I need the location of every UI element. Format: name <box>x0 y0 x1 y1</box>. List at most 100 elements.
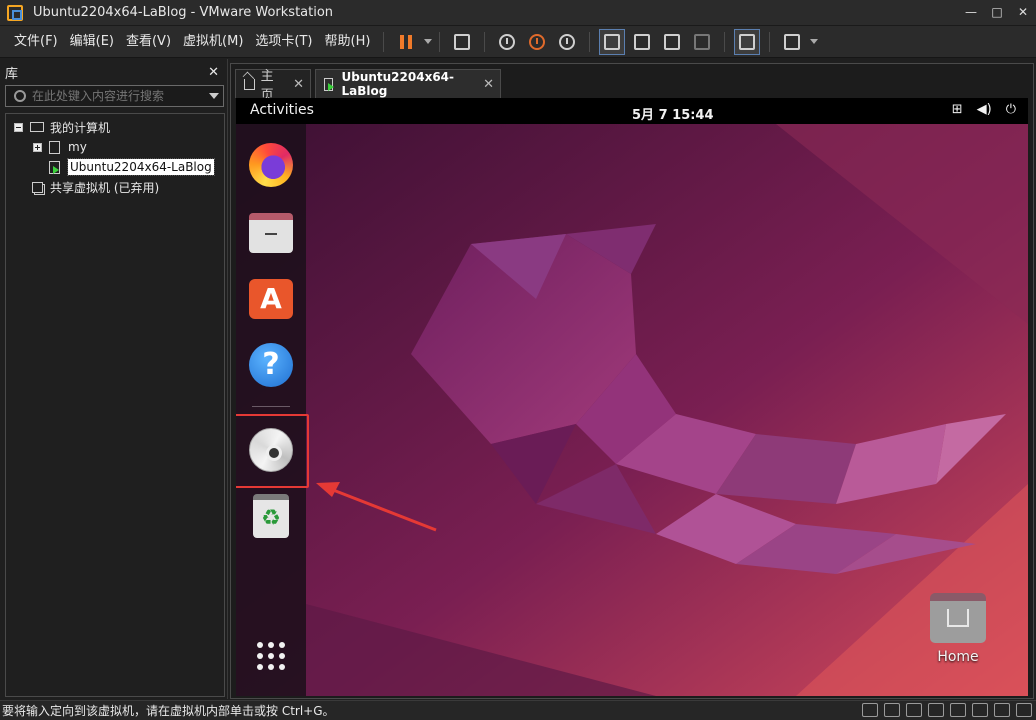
stretch-guest-button[interactable] <box>779 29 805 55</box>
tree-item-ubuntu[interactable]: Ubuntu2204x64-LaBlog <box>49 157 215 177</box>
home-icon <box>244 78 255 90</box>
menu-edit[interactable]: 编辑(E) <box>64 27 120 57</box>
pause-dropdown-icon[interactable] <box>424 39 433 44</box>
dock-show-apps[interactable] <box>247 632 295 680</box>
menu-tabs[interactable]: 选项卡(T) <box>249 27 318 57</box>
cd-drive-icon[interactable] <box>884 703 900 717</box>
toolbar-separator <box>484 31 486 52</box>
toolbar-separator <box>439 31 441 52</box>
ubuntu-wallpaper <box>236 124 1028 696</box>
unity-icon <box>694 33 711 50</box>
gnome-top-bar: Activities 5月 7 15:44 ⊞ ◀) ⏻ <box>236 98 1028 124</box>
guest-screen[interactable]: Activities 5月 7 15:44 ⊞ ◀) ⏻ A ? ♻ Home <box>236 98 1028 696</box>
toolbar-separator <box>769 31 771 52</box>
menu-help[interactable]: 帮助(H) <box>319 27 377 57</box>
stretch-icon <box>784 33 801 50</box>
library-search[interactable] <box>5 85 224 107</box>
search-dropdown-icon[interactable] <box>209 93 219 99</box>
network-adapter-icon[interactable] <box>906 703 922 717</box>
keyboard-icon <box>454 33 471 50</box>
computer-icon <box>30 122 44 132</box>
show-library-button[interactable] <box>599 28 626 55</box>
revert-snapshot-button[interactable] <box>524 29 550 55</box>
unity-button[interactable] <box>689 29 715 55</box>
stretch-dropdown-icon[interactable] <box>810 39 819 44</box>
tree-item-label: 共享虚拟机 (已弃用) <box>50 180 160 195</box>
house-icon <box>947 609 969 627</box>
volume-icon[interactable]: ◀) <box>977 102 992 117</box>
window-title: Ubuntu2204x64-LaBlog - VMware Workstatio… <box>33 5 334 20</box>
dock-divider <box>252 406 290 407</box>
menu-view[interactable]: 查看(V) <box>120 27 177 57</box>
tab-close-button[interactable]: ✕ <box>293 77 304 92</box>
maximize-button[interactable]: □ <box>984 0 1010 26</box>
dock-trash[interactable]: ♻ <box>247 492 295 540</box>
tab-close-button[interactable]: ✕ <box>483 77 494 92</box>
desktop-home-folder[interactable]: Home <box>928 593 988 665</box>
menu-file[interactable]: 文件(F) <box>8 27 64 57</box>
app-center-icon: A <box>249 279 293 319</box>
toolbar-separator <box>589 31 591 52</box>
library-title: 库 <box>5 66 19 82</box>
window-controls: — □ ✕ <box>958 0 1036 26</box>
snapshot-button[interactable] <box>494 29 520 55</box>
collapse-icon[interactable] <box>14 122 23 132</box>
power-icon[interactable]: ⏻ <box>1006 102 1016 117</box>
vm-area: 主页 ✕ Ubuntu2204x64-LaBlog ✕ Activities 5… <box>230 63 1034 699</box>
sound-card-icon[interactable] <box>950 703 966 717</box>
tab-bar: 主页 ✕ Ubuntu2204x64-LaBlog ✕ <box>231 64 1033 103</box>
status-bar: 要将输入定向到该虚拟机，请在虚拟机内部单击或按 Ctrl+G。 <box>0 700 1036 720</box>
message-log-icon[interactable] <box>1016 703 1032 717</box>
usb-icon[interactable] <box>928 703 944 717</box>
menu-vm[interactable]: 虚拟机(M) <box>177 27 249 57</box>
tree-item-label: my <box>68 140 87 154</box>
console-view-button[interactable] <box>734 28 761 55</box>
pause-button[interactable] <box>393 29 419 55</box>
system-tray[interactable]: ⊞ ◀) ⏻ <box>952 102 1016 117</box>
dock-help[interactable]: ? <box>247 341 295 389</box>
dock-files[interactable] <box>247 209 295 257</box>
full-screen-button[interactable] <box>659 29 685 55</box>
toolbar-separator <box>724 31 726 52</box>
dock-app-center[interactable]: A <box>247 275 295 323</box>
expand-icon[interactable] <box>33 142 42 152</box>
tree-item-my-computer[interactable]: 我的计算机 <box>14 117 110 137</box>
running-vm-icon <box>49 160 60 174</box>
library-tree: 我的计算机 my Ubuntu2204x64-LaBlog 共享虚拟机 (已弃用… <box>5 113 225 697</box>
firefox-icon <box>249 143 293 187</box>
close-window-button[interactable]: ✕ <box>1010 0 1036 26</box>
library-close-button[interactable]: ✕ <box>208 65 219 80</box>
send-ctrl-alt-del-button[interactable] <box>449 29 475 55</box>
help-icon: ? <box>249 343 293 387</box>
fullscreen-icon <box>664 33 681 50</box>
running-vm-icon <box>324 77 335 91</box>
minimize-button[interactable]: — <box>958 0 984 26</box>
tree-item-label: Ubuntu2204x64-LaBlog <box>67 158 215 176</box>
tree-item-shared-vms[interactable]: 共享虚拟机 (已弃用) <box>32 177 159 197</box>
menu-toolbar: 文件(F) 编辑(E) 查看(V) 虚拟机(M) 选项卡(T) 帮助(H) <box>0 26 1036 58</box>
hard-disk-icon[interactable] <box>862 703 878 717</box>
tab-label: Ubuntu2204x64-LaBlog <box>341 70 455 98</box>
dock-firefox[interactable] <box>247 141 295 189</box>
network-icon[interactable]: ⊞ <box>952 102 963 117</box>
files-icon <box>249 213 293 253</box>
printer-icon[interactable] <box>972 703 988 717</box>
activities-button[interactable]: Activities <box>250 102 314 118</box>
pause-icon <box>400 34 405 49</box>
terminal-icon <box>739 33 756 50</box>
snapshot-manager-button[interactable] <box>554 29 580 55</box>
clock-button[interactable]: 5月 7 15:44 <box>632 104 714 123</box>
library-panel: 库 ✕ 我的计算机 my Ubuntu2204x64-LaBlog 共享虚拟机 … <box>0 59 228 699</box>
library-header: 库 ✕ <box>0 59 227 85</box>
tab-ubuntu-vm[interactable]: Ubuntu2204x64-LaBlog ✕ <box>315 69 501 98</box>
device-tray <box>862 703 1032 717</box>
thumbnail-bar-button[interactable] <box>629 29 655 55</box>
thumbnail-icon <box>634 33 651 50</box>
tab-home[interactable]: 主页 ✕ <box>235 69 311 103</box>
library-search-input[interactable] <box>32 89 209 103</box>
tree-item-label: 我的计算机 <box>50 120 111 135</box>
snapshot-manager-icon <box>559 33 576 50</box>
show-apps-icon <box>257 642 285 670</box>
display-icon[interactable] <box>994 703 1010 717</box>
tree-item-my[interactable]: my <box>33 137 87 157</box>
